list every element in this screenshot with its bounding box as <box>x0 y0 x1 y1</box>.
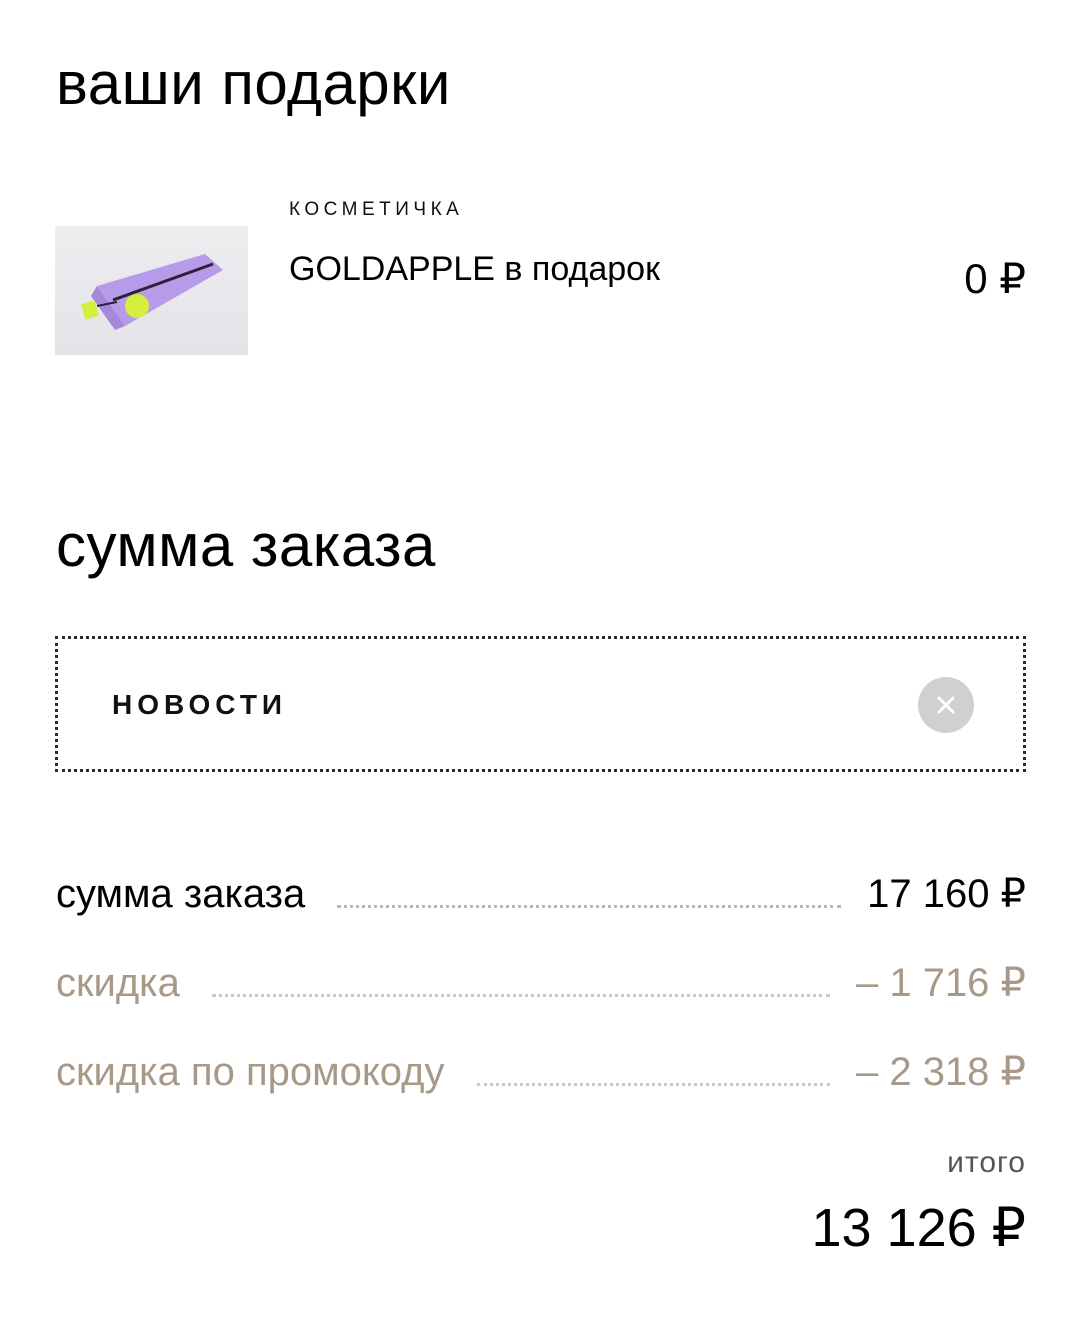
total-value: 13 126 ₽ <box>811 1198 1026 1258</box>
summary-row-label: скидка по промокоду <box>56 1050 445 1094</box>
summary-row-value: 17 160 ₽ <box>867 872 1026 916</box>
dotted-leader <box>337 905 842 908</box>
gifts-title: ваши подарки <box>56 50 451 117</box>
summary-row-label: сумма заказа <box>56 872 306 916</box>
summary-row-label: скидка <box>56 961 180 1005</box>
gift-name: GOLDAPPLE в подарок <box>289 250 660 288</box>
promo-code-value: НОВОСТИ <box>112 689 288 720</box>
gift-image[interactable] <box>55 226 248 355</box>
gift-category: КОСМЕТИЧКА <box>289 199 464 220</box>
summary-row-discount: скидка – 1 716 ₽ <box>56 947 1026 1003</box>
summary-row-promo-discount: скидка по промокоду – 2 318 ₽ <box>56 1036 1026 1092</box>
dotted-leader <box>476 1083 830 1086</box>
gift-price: 0 ₽ <box>964 255 1026 302</box>
summary-title: сумма заказа <box>56 512 436 579</box>
summary-row-value: – 1 716 ₽ <box>855 961 1026 1005</box>
close-icon <box>937 696 955 714</box>
total-label: итого <box>947 1146 1026 1179</box>
summary-row-subtotal: сумма заказа 17 160 ₽ <box>56 858 1026 914</box>
dotted-leader <box>211 994 830 997</box>
promo-code-field[interactable]: НОВОСТИ <box>55 636 1026 772</box>
summary-row-value: – 2 318 ₽ <box>855 1050 1026 1094</box>
promo-clear-button[interactable] <box>918 677 974 733</box>
